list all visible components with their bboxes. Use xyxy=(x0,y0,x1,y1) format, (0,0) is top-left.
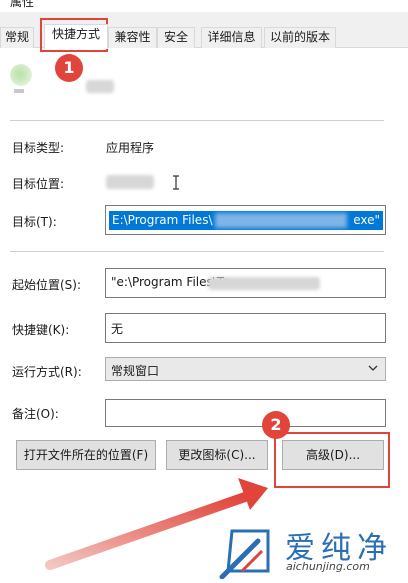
watermark-logo-icon xyxy=(219,529,270,579)
pointer-arrow xyxy=(45,478,268,570)
watermark-url: aichunjing.com xyxy=(286,560,370,573)
tab-shortcut[interactable]: 快捷方式 xyxy=(44,24,108,49)
